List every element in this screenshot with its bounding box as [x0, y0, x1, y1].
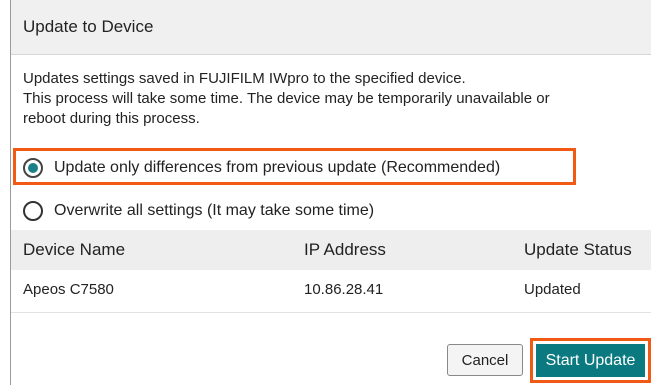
option-label: Overwrite all settings (It may take some… [54, 202, 375, 219]
dialog-description: Updates settings saved in FUJIFILM IWpro… [23, 69, 651, 129]
cell-ip-address: 10.86.28.41 [304, 281, 384, 298]
radio-selected-icon[interactable] [23, 158, 43, 178]
description-line: This process will take some time. The de… [23, 90, 550, 107]
option-label: Update only differences from previous up… [54, 159, 501, 176]
update-to-device-dialog: Update to Device Updates settings saved … [10, 0, 651, 385]
column-header-update-status: Update Status [524, 240, 632, 259]
option-update-differences[interactable]: Update only differences from previous up… [23, 158, 500, 178]
cancel-button[interactable]: Cancel [447, 344, 523, 376]
cell-update-status: Updated [524, 281, 581, 298]
dialog-title: Update to Device [23, 17, 154, 36]
cell-device-name: Apeos C7580 [23, 281, 114, 298]
start-update-button[interactable]: Start Update [536, 344, 645, 377]
dialog-title-bar: Update to Device [11, 0, 651, 55]
radio-unselected-icon[interactable] [23, 201, 43, 221]
table-row-divider [11, 312, 651, 313]
column-header-device-name: Device Name [23, 240, 126, 259]
start-update-highlight-frame: Start Update [530, 338, 651, 383]
option-overwrite-all[interactable]: Overwrite all settings (It may take some… [23, 201, 374, 221]
description-line: Updates settings saved in FUJIFILM IWpro… [23, 70, 466, 87]
column-header-ip-address: IP Address [304, 240, 386, 259]
description-line: reboot during this process. [23, 110, 200, 127]
